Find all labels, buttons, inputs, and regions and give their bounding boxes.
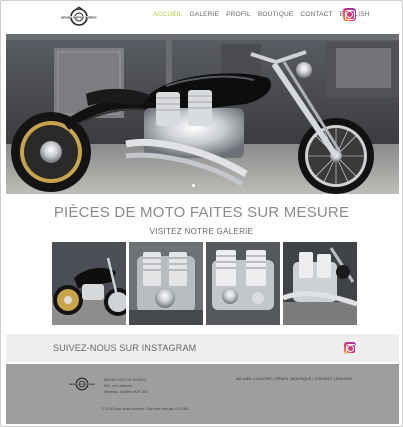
site-header: BRUNO MOTOR WORKS ACCUEIL GALERIE PROFIL… bbox=[1, 1, 402, 34]
page-title: PIÈCES DE MOTO FAITES SUR MESURE bbox=[53, 204, 350, 221]
instagram-label[interactable]: SUIVEZ-NOUS SUR INSTAGRAM bbox=[53, 343, 196, 353]
instagram-icon[interactable] bbox=[343, 8, 356, 21]
nav-item-accueil[interactable]: ACCUEIL bbox=[153, 11, 183, 18]
site-footer: BRUNO MOTOR WORKS BRUNO MOTOR WORKS INC.… bbox=[6, 364, 399, 424]
nav-item-profil[interactable]: PROFIL bbox=[226, 11, 251, 18]
slider-dot-1[interactable] bbox=[192, 184, 195, 187]
gallery-thumb-3[interactable] bbox=[206, 242, 280, 325]
gallery-thumb-1[interactable] bbox=[52, 242, 126, 325]
hero-slider bbox=[6, 34, 399, 194]
address-line-3: Montréal, Québec H1P 3B0 bbox=[104, 390, 148, 394]
gallery-link[interactable]: VISITEZ NOTRE GALERIE bbox=[1, 227, 402, 236]
footer-copyright: © 2016 Tous droits réservés • Site web c… bbox=[102, 407, 190, 411]
footer-address: BRUNO MOTOR WORKS INC. rue Lafleuris, Mo… bbox=[104, 377, 148, 395]
footer-nav[interactable]: ACCUEIL | GALERIE | PROFIL | BOUTIQUE | … bbox=[236, 377, 352, 381]
instagram-icon[interactable] bbox=[344, 342, 356, 354]
page-frame: BRUNO MOTOR WORKS ACCUEIL GALERIE PROFIL… bbox=[0, 0, 403, 427]
gallery-thumb-4[interactable] bbox=[283, 242, 357, 325]
slider-dot-3[interactable] bbox=[204, 184, 207, 187]
slider-dots bbox=[192, 184, 207, 187]
site-logo[interactable]: BRUNO MOTOR WORKS bbox=[55, 6, 103, 28]
hero-motorcycle-image bbox=[6, 34, 399, 194]
nav-item-boutique[interactable]: BOUTIQUE bbox=[258, 11, 294, 18]
nav-item-contact[interactable]: CONTACT bbox=[300, 11, 332, 18]
nav-item-galerie[interactable]: GALERIE bbox=[190, 11, 220, 18]
instagram-band: SUIVEZ-NOUS SUR INSTAGRAM bbox=[6, 334, 399, 362]
footer-logo-text: BRUNO MOTOR WORKS bbox=[69, 384, 95, 386]
slider-dot-2[interactable] bbox=[198, 184, 201, 187]
gallery-grid bbox=[52, 242, 357, 325]
footer-logo[interactable]: BRUNO MOTOR WORKS bbox=[64, 376, 100, 392]
logo-text: BRUNO MOTOR WORKS bbox=[61, 15, 96, 19]
gallery-thumb-2[interactable] bbox=[129, 242, 203, 325]
